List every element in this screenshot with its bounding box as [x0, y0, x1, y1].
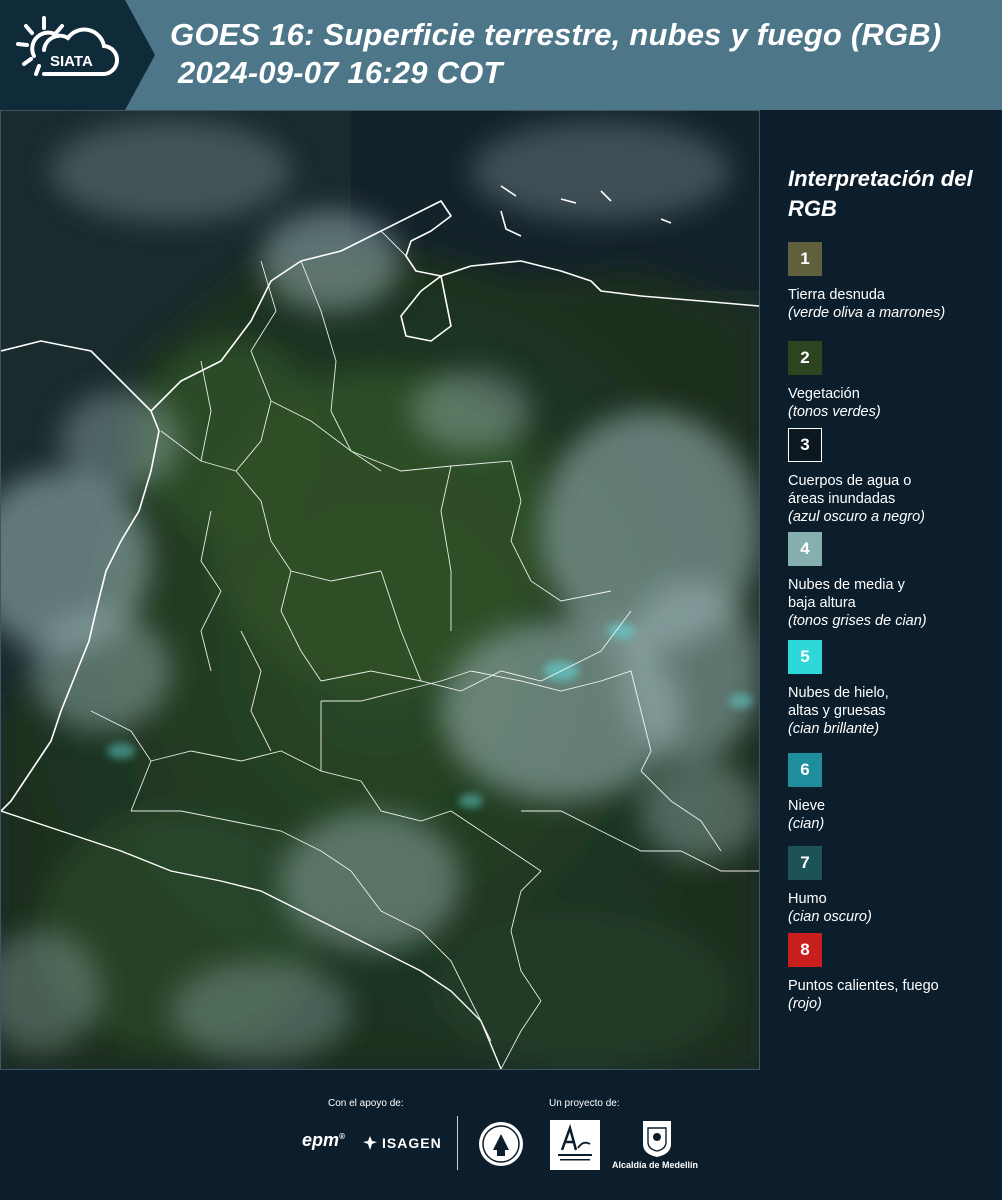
page-title: GOES 16: Superficie terrestre, nubes y f…	[170, 17, 942, 52]
legend-sublabel: (cian oscuro)	[788, 909, 872, 925]
area-metropolitana-logo-icon	[550, 1120, 600, 1170]
page-timestamp: 2024-09-07 16:29 COT	[178, 55, 503, 90]
legend-swatch: 7	[788, 846, 822, 880]
legend-item: 5 Nubes de hielo, altas y gruesas (cian br…	[788, 640, 998, 738]
legend-swatch: 2	[788, 341, 822, 375]
legend-label: Nieve	[788, 798, 826, 814]
project-label: Un proyecto de:	[549, 1098, 620, 1109]
header: SIATA GOES 16: Superficie terrestre, nub…	[0, 0, 1002, 110]
legend-swatch: 3	[788, 428, 822, 462]
siata-logo-block: SIATA	[0, 0, 155, 110]
legend-sublabel: (azul oscuro a negro)	[788, 509, 926, 525]
footer: Con el apoyo de: Un proyecto de: epm® IS…	[0, 1070, 1002, 1200]
legend-label: Tierra desnuda	[788, 287, 885, 303]
legend-swatch: 6	[788, 753, 822, 787]
legend-swatch: 1	[788, 242, 822, 276]
legend-panel: Interpretación del RGB 1 Tierra desnuda (v…	[760, 110, 1002, 1070]
legend-item: 8 Puntos calientes, fuego (rojo)	[788, 933, 998, 1013]
isagen-icon	[363, 1136, 377, 1150]
epm-logo: epm®	[302, 1130, 345, 1150]
alcaldia-text: Alcaldía de Medellín	[612, 1160, 699, 1170]
legend-swatch: 4	[788, 532, 822, 566]
alcaldia-shield-icon	[643, 1121, 671, 1157]
support-label: Con el apoyo de:	[328, 1098, 404, 1109]
legend-item: 1 Tierra desnuda (verde oliva a marrones)	[788, 242, 998, 322]
legend-label: Nubes de media y baja altura	[788, 577, 905, 611]
isagen-logo: ISAGEN	[362, 1132, 442, 1154]
legend-label: Cuerpos de agua o áreas inundadas	[788, 473, 912, 507]
seal-logo-icon	[479, 1122, 523, 1166]
satellite-map[interactable]	[0, 110, 760, 1070]
legend-item: 6 Nieve (cian)	[788, 753, 998, 833]
epm-logo-text: epm	[302, 1130, 340, 1150]
legend-item: 7 Humo (cian oscuro)	[788, 846, 998, 926]
legend-label: Vegetación	[788, 386, 860, 402]
legend-sublabel: (verde oliva a marrones)	[788, 305, 946, 321]
legend-sublabel: (cian brillante)	[788, 721, 880, 737]
legend-title: Interpretación del RGB	[788, 166, 973, 221]
legend-item: 3 Cuerpos de agua o áreas inundadas (azul …	[788, 428, 998, 526]
isagen-logo-text: ISAGEN	[382, 1135, 442, 1151]
legend-sublabel: (tonos verdes)	[788, 404, 881, 420]
legend-item: 2 Vegetación (tonos verdes)	[788, 341, 998, 421]
legend-swatch: 5	[788, 640, 822, 674]
legend-label: Humo	[788, 891, 827, 907]
legend-label: Puntos calientes, fuego	[788, 978, 939, 994]
siata-logo-icon: SIATA	[16, 16, 120, 77]
legend-sublabel: (tonos grises de cian)	[788, 613, 927, 629]
legend-sublabel: (rojo)	[788, 996, 822, 1012]
legend-sublabel: (cian)	[788, 816, 825, 832]
legend-swatch: 8	[788, 933, 822, 967]
legend-item: 4 Nubes de media y baja altura (tonos gris…	[788, 532, 998, 630]
legend-label: Nubes de hielo, altas y gruesas	[788, 685, 889, 719]
siata-logo-text: SIATA	[50, 53, 93, 70]
satellite-rgb-map-icon	[1, 111, 759, 1069]
footer-divider	[457, 1116, 458, 1170]
